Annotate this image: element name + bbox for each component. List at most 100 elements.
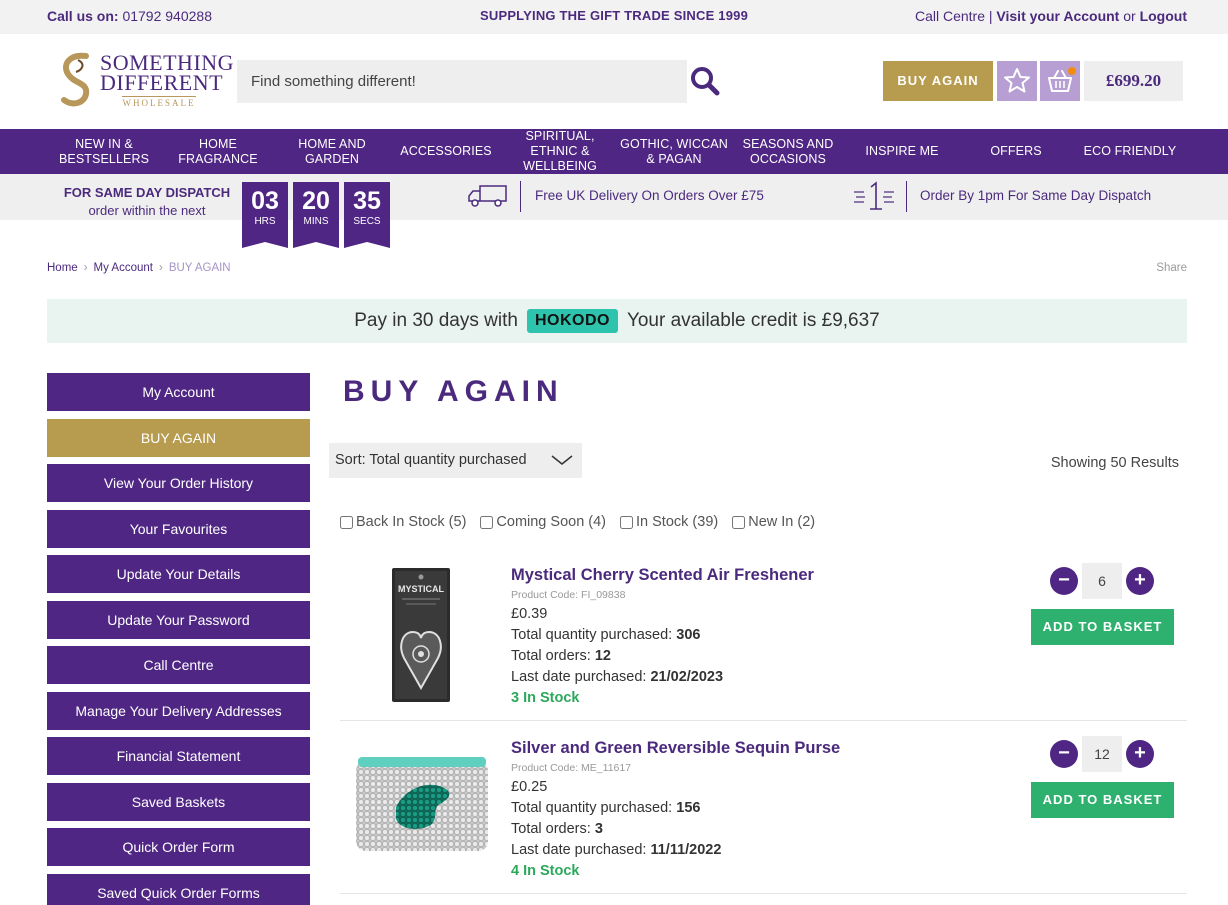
sidebar-item-my-account[interactable]: My Account — [47, 373, 310, 411]
free-delivery-text: Free UK Delivery On Orders Over £75 — [535, 188, 764, 203]
same-day-subtitle: order within the next — [88, 203, 206, 218]
sidebar-item-update-details[interactable]: Update Your Details — [47, 555, 310, 593]
total-orders-label: Total orders: — [511, 821, 591, 837]
sidebar-item-delivery-addresses[interactable]: Manage Your Delivery Addresses — [47, 691, 310, 730]
logo-line-3: WHOLESALE — [122, 96, 196, 108]
hokodo-text-2: Your available credit is £9,637 — [626, 310, 880, 331]
total-orders-label: Total orders: — [511, 648, 591, 664]
divider — [520, 181, 521, 212]
basket-button[interactable] — [1040, 61, 1080, 101]
breadcrumb-account[interactable]: My Account — [94, 262, 153, 274]
last-purchased-value: 21/02/2023 — [650, 669, 724, 685]
search-input[interactable] — [237, 60, 687, 103]
total-quantity-label: Total quantity purchased: — [511, 627, 673, 643]
nav-eco-friendly[interactable]: ECO FRIENDLY — [1073, 129, 1187, 174]
nav-seasons[interactable]: SEASONS AND OCCASIONS — [731, 129, 845, 174]
secs-label: SECS — [353, 216, 381, 227]
add-to-basket-button[interactable]: ADD TO BASKET — [1031, 782, 1174, 818]
filter-checkbox[interactable] — [620, 515, 634, 529]
nav-spiritual[interactable]: SPIRITUAL, ETHNIC & WELLBEING — [503, 129, 617, 174]
quantity-increase-button[interactable]: + — [1126, 740, 1154, 768]
hokodo-banner: Pay in 30 days with HOKODO Your availabl… — [47, 299, 1187, 343]
quantity-value[interactable]: 6 — [1082, 563, 1122, 599]
product-title[interactable]: Silver and Green Reversible Sequin Purse — [511, 739, 840, 758]
last-purchased-value: 11/11/2022 — [650, 842, 722, 858]
product-item: Silver and Green Reversible Sequin Purse… — [340, 736, 1187, 889]
sidebar-item-quick-order-form[interactable]: Quick Order Form — [47, 828, 310, 866]
nav-home-fragrance[interactable]: HOME FRAGRANCE — [161, 129, 275, 174]
quantity-decrease-button[interactable]: − — [1050, 740, 1078, 768]
total-quantity-label: Total quantity purchased: — [511, 800, 673, 816]
divider — [906, 181, 907, 212]
filter-coming-soon[interactable]: Coming Soon (4) — [480, 514, 606, 530]
one-pm-icon — [854, 181, 894, 210]
sidebar-item-update-password[interactable]: Update Your Password — [47, 600, 310, 639]
countdown-mins: 20 MINS — [293, 182, 339, 248]
basket-notification-dot — [1068, 67, 1076, 75]
sidebar-item-buy-again[interactable]: BUY AGAIN — [47, 418, 310, 457]
image-label: MYSTICAL — [398, 584, 445, 594]
air-freshener-image: MYSTICAL — [392, 568, 450, 702]
product-image[interactable] — [340, 739, 490, 879]
nav-offers[interactable]: OFFERS — [959, 129, 1073, 174]
nav-accessories[interactable]: ACCESSORIES — [389, 129, 503, 174]
filter-in-stock[interactable]: In Stock (39) — [620, 514, 718, 530]
nav-gothic[interactable]: GOTHIC, WICCAN & PAGAN — [617, 129, 731, 174]
breadcrumb-home[interactable]: Home — [47, 262, 78, 274]
quantity-value[interactable]: 12 — [1082, 736, 1122, 772]
product-price: £0.39 — [511, 606, 548, 622]
logo-line-2: DIFFERENT — [100, 70, 224, 95]
product-image[interactable]: MYSTICAL — [340, 566, 490, 706]
filter-checkbox[interactable] — [732, 515, 746, 529]
mins-label: MINS — [303, 216, 329, 227]
countdown-hours: 03 HRS — [242, 182, 288, 248]
logout-link[interactable]: Logout — [1140, 8, 1187, 24]
search-icon — [691, 67, 720, 96]
hours-label: HRS — [254, 216, 276, 227]
filter-checkbox[interactable] — [340, 515, 353, 529]
basket-total[interactable]: £699.20 — [1084, 61, 1183, 101]
nav-new-in[interactable]: NEW IN & BESTSELLERS — [47, 129, 161, 174]
filter-checkbox[interactable] — [480, 515, 494, 529]
sidebar-item-order-history[interactable]: View Your Order History — [47, 464, 310, 502]
star-icon — [1004, 68, 1030, 93]
nav-home-and-garden[interactable]: HOME AND GARDEN — [275, 129, 389, 174]
quantity-decrease-button[interactable]: − — [1050, 567, 1078, 595]
add-to-basket-button[interactable]: ADD TO BASKET — [1031, 609, 1174, 645]
search-button[interactable] — [688, 64, 722, 98]
product-divider — [340, 893, 1187, 894]
stock-status: 3 In Stock — [511, 690, 580, 706]
delivery-truck-icon — [468, 185, 507, 207]
stock-status: 4 In Stock — [511, 863, 580, 879]
account-sidebar: My Account BUY AGAIN View Your Order His… — [47, 373, 310, 905]
main-nav: NEW IN & BESTSELLERS HOME FRAGRANCE HOME… — [0, 129, 1228, 174]
sidebar-item-call-centre[interactable]: Call Centre — [47, 646, 310, 684]
visit-account-link[interactable]: Visit your Account — [996, 8, 1119, 24]
same-day-text: FOR SAME DAY DISPATCH order within the n… — [47, 184, 247, 220]
logo-s-mark-icon — [61, 52, 90, 107]
sidebar-item-financial-statement[interactable]: Financial Statement — [47, 737, 310, 775]
product-title[interactable]: Mystical Cherry Scented Air Freshener — [511, 566, 814, 585]
sort-dropdown[interactable]: Sort: Total quantity purchased — [329, 443, 582, 478]
filter-label: Coming Soon (4) — [496, 514, 607, 530]
last-purchased: Last date purchased: 21/02/2023 — [511, 669, 723, 685]
call-centre-link[interactable]: Call Centre — [915, 8, 985, 24]
last-purchased: Last date purchased: 11/11/2022 — [511, 842, 721, 858]
breadcrumb: Home › My Account › BUY AGAIN — [47, 262, 231, 274]
quantity-increase-button[interactable]: + — [1126, 567, 1154, 595]
logo[interactable]: SOMETHING DIFFERENT WHOLESALE — [56, 50, 234, 110]
share-link[interactable]: Share — [1156, 262, 1187, 274]
last-purchased-label: Last date purchased: — [511, 842, 647, 858]
header-buy-again-button[interactable]: BUY AGAIN — [883, 61, 993, 101]
countdown-secs: 35 SECS — [344, 182, 390, 248]
favourites-button[interactable] — [997, 61, 1037, 101]
filter-back-in-stock[interactable]: Back In Stock (5) — [340, 514, 466, 530]
filter-new-in[interactable]: New In (2) — [732, 514, 815, 530]
sidebar-item-saved-baskets[interactable]: Saved Baskets — [47, 782, 310, 821]
top-bar: Call us on: 01792 940288 SUPPLYING THE G… — [0, 0, 1228, 34]
filter-label: Back In Stock (5) — [356, 514, 467, 530]
sidebar-item-favourites[interactable]: Your Favourites — [47, 509, 310, 548]
nav-inspire-me[interactable]: INSPIRE ME — [845, 129, 959, 174]
product-item: MYSTICAL Mystical Cherry Scented Air Fre… — [340, 563, 1187, 716]
sidebar-item-saved-quick-order-forms[interactable]: Saved Quick Order Forms — [47, 873, 310, 905]
